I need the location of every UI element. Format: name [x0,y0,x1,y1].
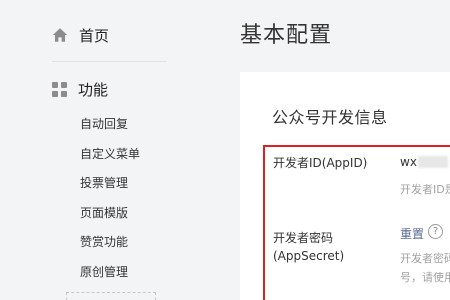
reset-secret-link[interactable]: 重置 [400,225,424,242]
appid-label: 开发者ID(AppID) [273,156,368,170]
sidebar-item-vote-management[interactable]: 投票管理 [80,172,140,202]
appid-value-text: wx [400,155,417,169]
sidebar-item-custom-menu[interactable]: 自定义菜单 [80,143,140,173]
sidebar-item-home[interactable]: 首页 [52,22,109,48]
sidebar-group-function-label: 功能 [78,80,109,99]
appid-masked [417,156,448,168]
sidebar: 首页 功能 自动回复 自定义菜单 投票管理 页面模版 赞赏功能 原创管理 [0,0,210,300]
sidebar-item-auto-reply[interactable]: 自动回复 [80,113,140,143]
secret-label-line1: 开发者密码 [273,231,334,245]
appid-hint: 开发者ID是 [400,183,450,196]
add-plugin-placeholder[interactable] [66,292,156,300]
appid-value: wx [400,155,448,169]
section-title: 公众号开发信息 [272,108,388,127]
sidebar-item-original-management[interactable]: 原创管理 [80,261,140,291]
secret-label-line2: (AppSecret) [273,249,345,263]
secret-hint-line2: 号，请使用 [400,271,450,284]
grid-icon [52,81,67,97]
sidebar-item-page-template[interactable]: 页面模版 [80,202,140,232]
page-title: 基本配置 [240,23,333,48]
function-submenu: 自动回复 自定义菜单 投票管理 页面模版 赞赏功能 原创管理 [80,113,140,290]
sidebar-item-home-label: 首页 [79,26,110,45]
home-icon [52,28,68,42]
sidebar-divider [52,61,167,62]
help-icon[interactable]: ? [428,224,443,239]
sidebar-item-reward[interactable]: 赞赏功能 [80,231,140,261]
sidebar-group-function[interactable]: 功能 [52,76,108,102]
secret-hint-line1: 开发者密码 [400,252,450,265]
